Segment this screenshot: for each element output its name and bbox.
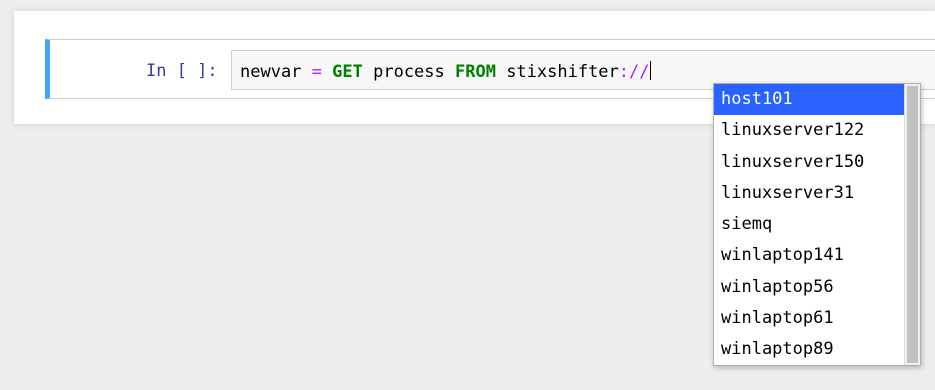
text-cursor [649,61,651,80]
autocomplete-option[interactable]: winlaptop89 [714,334,906,365]
code-datasource: stixshifter [495,62,619,82]
autocomplete-dropdown[interactable]: host101 linuxserver122 linuxserver150 linux… [713,83,921,366]
autocomplete-option[interactable]: winlaptop56 [714,272,906,303]
code-line[interactable]: newvar = GET process FROM stixshifter:// [240,61,651,82]
autocomplete-option[interactable]: siemq [714,209,906,240]
autocomplete-option[interactable]: linuxserver150 [714,147,906,178]
scrollbar-thumb[interactable] [907,86,918,363]
code-operator: = [311,62,322,82]
autocomplete-option[interactable]: winlaptop141 [714,240,906,271]
code-variable: newvar [240,62,312,82]
code-entity: process [362,62,455,82]
autocomplete-scrollbar[interactable] [904,84,920,365]
code-separator: :// [618,62,650,82]
autocomplete-option[interactable]: linuxserver31 [714,178,906,209]
autocomplete-list: host101 linuxserver122 linuxserver150 linux… [714,84,906,365]
autocomplete-option[interactable]: linuxserver122 [714,115,906,146]
autocomplete-option[interactable]: host101 [714,84,906,116]
input-prompt: In [ ]: [146,61,218,81]
code-keyword-from: FROM [455,62,496,82]
autocomplete-option[interactable]: winlaptop61 [714,303,906,334]
code-keyword-get: GET [332,62,363,82]
